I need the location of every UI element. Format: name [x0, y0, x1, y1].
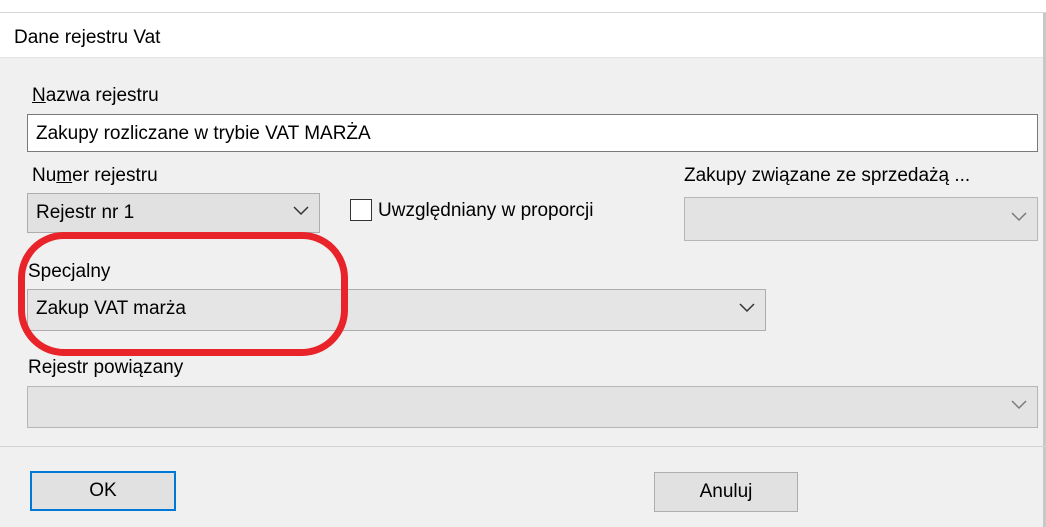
cancel-button[interactable]: Anuluj: [654, 472, 798, 512]
chevron-down-icon: [293, 206, 309, 216]
name-label-rest: azwa rejestru: [45, 85, 159, 106]
sales-related-label: Zakupy związane ze sprzedażą ...: [684, 165, 971, 186]
chevron-down-icon: [739, 303, 755, 313]
number-label-post: er rejestru: [72, 165, 158, 186]
number-field-label: Numer rejestru: [32, 165, 158, 187]
number-label-accelerator: m: [56, 165, 73, 186]
ok-button[interactable]: OK: [30, 471, 176, 511]
number-select-value: Rejestr nr 1: [36, 202, 135, 223]
window-top-strip: [0, 0, 1046, 13]
name-field-value: Zakupy rozliczane w trybie VAT MARŻA: [36, 123, 371, 144]
number-label-pre: Nu: [32, 165, 57, 186]
name-label-accelerator: N: [32, 85, 46, 106]
sales-related-select[interactable]: [684, 197, 1038, 241]
name-field-input[interactable]: Zakupy rozliczane w trybie VAT MARŻA: [27, 114, 1038, 152]
name-field-label: Nazwa rejestru: [32, 85, 159, 107]
highlight-annotation: [18, 232, 348, 356]
linked-register-select[interactable]: [27, 386, 1038, 428]
linked-register-label: Rejestr powiązany: [28, 357, 184, 378]
chevron-down-icon: [1011, 400, 1027, 410]
proportion-checkbox-label: Uwzględniany w proporcji: [378, 200, 594, 221]
title-bar: Dane rejestru Vat: [0, 13, 1046, 58]
footer-divider: [0, 446, 1046, 447]
number-select[interactable]: Rejestr nr 1: [27, 193, 320, 233]
dialog-title: Dane rejestru Vat: [14, 27, 161, 48]
chevron-down-icon: [1011, 212, 1027, 222]
proportion-checkbox[interactable]: [350, 199, 372, 221]
